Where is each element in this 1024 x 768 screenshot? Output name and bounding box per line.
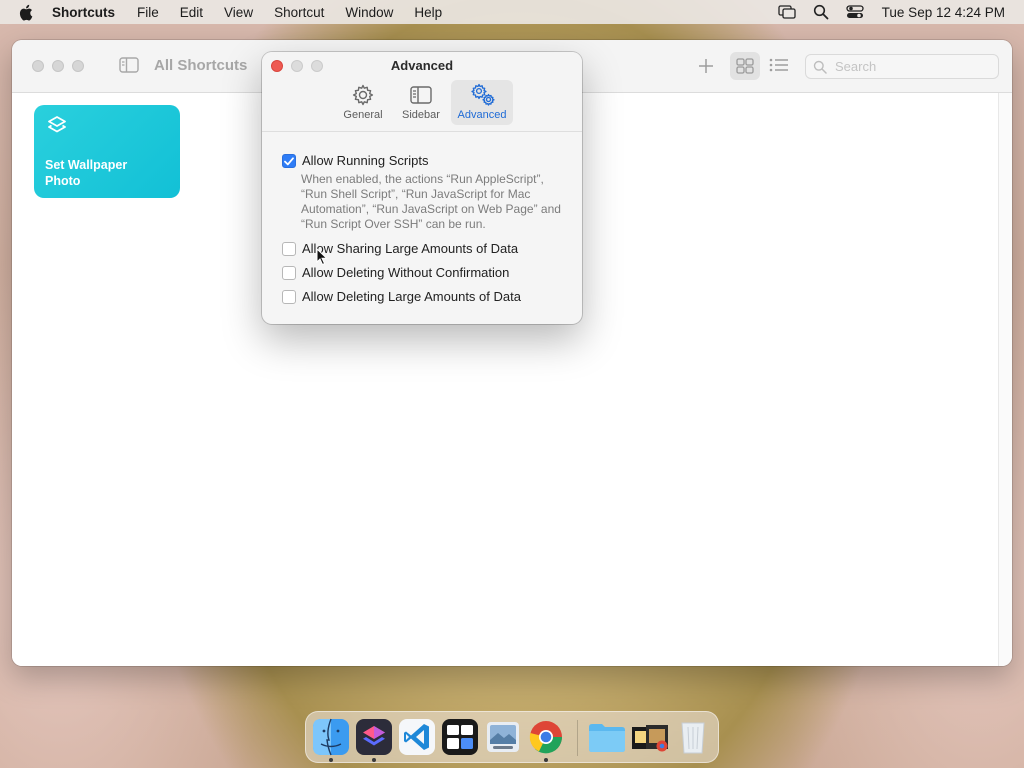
recent-items-icon[interactable] xyxy=(630,718,668,756)
preferences-window: Advanced General Sidebar Advanced Allow … xyxy=(262,52,582,324)
tab-general[interactable]: General xyxy=(335,80,391,125)
trash-icon[interactable] xyxy=(674,718,712,756)
search-icon xyxy=(813,60,827,74)
advanced-settings-pane: Allow Running Scripts When enabled, the … xyxy=(262,133,582,324)
menu-app-name[interactable]: Shortcuts xyxy=(52,5,115,20)
finder-icon[interactable] xyxy=(312,718,350,756)
allow-sharing-large-data-checkbox[interactable] xyxy=(282,242,296,256)
gears-icon xyxy=(470,83,495,107)
menu-bar-clock[interactable]: Tue Sep 12 4:24 PM xyxy=(882,5,1005,20)
tab-advanced[interactable]: Advanced xyxy=(451,80,513,125)
option-allow-deleting-without-confirmation[interactable]: Allow Deleting Without Confirmation xyxy=(282,265,509,280)
menu-bar-status-area: Tue Sep 12 4:24 PM xyxy=(762,0,1005,24)
preferences-tabs: General Sidebar Advanced xyxy=(335,80,515,125)
list-view-icon[interactable] xyxy=(768,56,790,76)
allow-deleting-large-data-checkbox[interactable] xyxy=(282,290,296,304)
finder-running-indicator xyxy=(329,758,333,762)
window-title: All Shortcuts xyxy=(154,57,248,74)
apple-menu-icon[interactable] xyxy=(18,3,36,21)
preferences-title: Advanced xyxy=(390,58,454,73)
sidebar-icon xyxy=(409,83,433,107)
zoom-button[interactable] xyxy=(72,60,84,72)
menu-edit[interactable]: Edit xyxy=(180,5,203,20)
minimize-button[interactable] xyxy=(52,60,64,72)
window-right-edge xyxy=(998,93,1012,666)
allow-deleting-without-confirmation-label: Allow Deleting Without Confirmation xyxy=(302,265,510,280)
preview-icon[interactable] xyxy=(484,718,522,756)
shortcuts-icon[interactable] xyxy=(355,718,393,756)
menu-view[interactable]: View xyxy=(224,5,253,20)
tab-sidebar-label: Sidebar xyxy=(402,109,440,121)
grid-icon xyxy=(736,58,754,74)
allow-running-scripts-checkbox[interactable] xyxy=(282,154,296,168)
allow-running-scripts-label: Allow Running Scripts xyxy=(302,153,429,168)
shortcut-tile-set-wallpaper-photo[interactable]: Set Wallpaper Photo xyxy=(34,105,180,198)
vscode-icon[interactable] xyxy=(398,718,436,756)
allow-running-scripts-description: When enabled, the actions “Run AppleScri… xyxy=(301,172,561,231)
chrome-icon[interactable] xyxy=(527,718,565,756)
add-shortcut-icon[interactable] xyxy=(696,56,716,76)
tab-advanced-label: Advanced xyxy=(457,109,507,121)
search-field[interactable] xyxy=(805,54,999,79)
menu-help[interactable]: Help xyxy=(414,5,442,20)
spotlight-search-icon[interactable] xyxy=(812,4,830,20)
tab-sidebar[interactable]: Sidebar xyxy=(393,80,449,125)
mouse-cursor-icon xyxy=(316,247,328,266)
search-input[interactable] xyxy=(835,59,995,74)
dock xyxy=(305,711,719,763)
folder-icon[interactable] xyxy=(587,718,625,756)
control-center-icon[interactable] xyxy=(846,4,864,20)
shortcuts-running-indicator xyxy=(372,758,376,762)
allow-deleting-large-data-label: Allow Deleting Large Amounts of Data xyxy=(302,289,521,304)
layers-icon xyxy=(46,115,68,137)
gear-icon xyxy=(351,83,375,107)
menu-file[interactable]: File xyxy=(137,5,159,20)
sidebar-toggle-icon[interactable] xyxy=(119,57,139,75)
menu-bar: Shortcuts File Edit View Shortcut Window… xyxy=(0,0,1024,24)
screen-mirroring-icon[interactable] xyxy=(778,4,796,20)
menu-shortcut[interactable]: Shortcut xyxy=(274,5,324,20)
grid-view-button[interactable] xyxy=(730,52,760,80)
close-button[interactable] xyxy=(32,60,44,72)
option-allow-running-scripts[interactable]: Allow Running Scripts xyxy=(282,153,428,168)
allow-deleting-without-confirmation-checkbox[interactable] xyxy=(282,266,296,280)
chrome-running-indicator xyxy=(544,758,548,762)
option-allow-deleting-large-data[interactable]: Allow Deleting Large Amounts of Data xyxy=(282,289,521,304)
window-controls xyxy=(32,60,92,72)
dock-separator xyxy=(577,720,578,756)
window-manager-icon[interactable] xyxy=(441,718,479,756)
shortcut-tile-label: Set Wallpaper Photo xyxy=(45,158,128,188)
checkmark-icon xyxy=(284,156,294,165)
menu-window[interactable]: Window xyxy=(345,5,393,20)
allow-sharing-large-data-label: Allow Sharing Large Amounts of Data xyxy=(302,241,519,256)
preferences-toolbar: Advanced General Sidebar Advanced xyxy=(262,52,582,132)
tab-general-label: General xyxy=(343,109,383,121)
